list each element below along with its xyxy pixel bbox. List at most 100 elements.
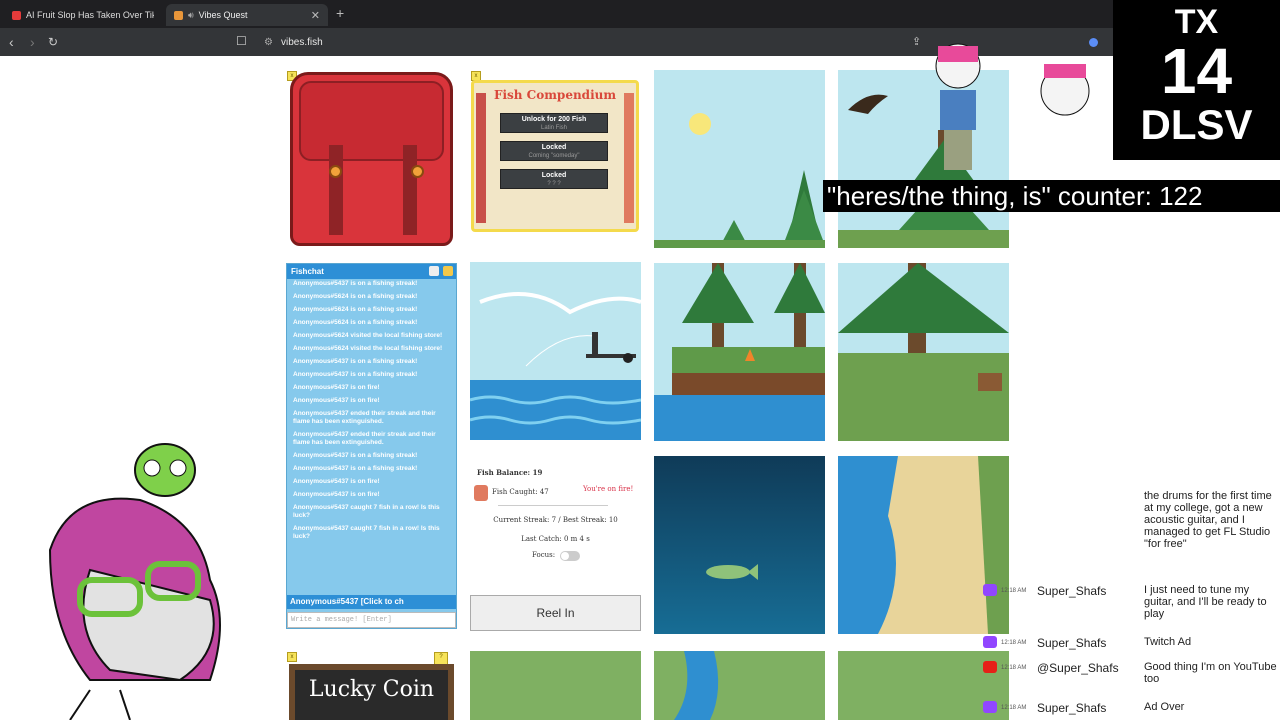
stream-chat-user: Super_Shafs [1037, 701, 1107, 715]
logo-bottom-text: DLSV [1140, 101, 1253, 148]
stream-chat-user: Super_Shafs [1037, 636, 1107, 650]
fishchat-name-bar[interactable]: Anonymous#5437 [Click to ch [287, 595, 456, 609]
campfire-island-scene [654, 263, 825, 441]
focus-toggle[interactable] [560, 551, 580, 561]
url-text: vibes.fish [280, 36, 323, 48]
fishing-dock-scene [470, 292, 641, 440]
stream-chat-overlay: the drums for the first time at my colle… [977, 488, 1280, 720]
backpack-button [411, 165, 424, 178]
browser-tab-bar: AI Fruit Slop Has Taken Over TikTok 🔊︎ V… [0, 0, 1280, 28]
twitch-icon [983, 701, 997, 713]
youtube-icon [983, 661, 997, 673]
fishchat-message: Anonymous#5437 ended their streak and th… [293, 410, 436, 425]
forward-arrow-icon[interactable]: › [30, 34, 35, 50]
lock-icon[interactable] [429, 266, 439, 276]
forest-cliff-scene [838, 263, 1009, 441]
stream-chat-user: Super_Shafs [1037, 584, 1107, 598]
river-tile[interactable] [654, 651, 825, 720]
sun-forest-scene [654, 113, 825, 248]
stream-chat-time: 12:18 AM [1001, 588, 1027, 594]
stream-chat-text: I just need to tune my guitar, and I'll … [1144, 584, 1267, 620]
on-fire-status: You're on fire! [583, 485, 634, 493]
fish-icon[interactable] [443, 266, 453, 276]
compendium-row-sub: Latin Fish [540, 125, 567, 131]
stream-chat-time: 12:18 AM [1001, 640, 1027, 646]
underwater-tile[interactable] [654, 456, 825, 634]
phrase-counter: "heres/the thing, is" counter: 122 [823, 180, 1280, 212]
stream-chat-text: the drums for the first time at my colle… [1144, 490, 1272, 550]
logo-number: 14 [1160, 35, 1233, 107]
fishchat-message: Anonymous#5437 is on fire! [293, 491, 380, 498]
boat-favicon-icon [174, 10, 183, 20]
fishchat-message: Anonymous#5437 is on fire! [293, 384, 380, 391]
campfire-scene-tile[interactable] [654, 263, 825, 441]
lucky-coin-tile[interactable]: Lucky Coin [289, 664, 454, 720]
fishchat-message: Anonymous#5624 visited the local fishing… [293, 345, 443, 352]
fishchat-header: Fishchat [287, 264, 456, 279]
close-tab-icon[interactable]: ✕ [311, 9, 320, 22]
rock-field-tile[interactable] [470, 651, 641, 720]
fishing-scene-tile[interactable] [470, 262, 641, 440]
channel-logo: TX 14 DLSV [1113, 0, 1280, 160]
last-catch: Last Catch: 0 m 4 s [521, 535, 590, 543]
book-spine [476, 93, 486, 223]
fishchat-message: Anonymous#5437 ended their streak and th… [293, 431, 436, 446]
streak-text: Current Streak: 7 / Best Streak: 10 [493, 516, 618, 524]
focus-label: Focus: [532, 551, 556, 559]
compendium-row-label: Unlock for 200 Fish [521, 116, 587, 123]
back-arrow-icon[interactable]: ‹ [9, 34, 14, 50]
fishchat-messages: Anonymous#5437 is on a fishing streak! An… [293, 280, 449, 600]
fishchat-input[interactable]: Write a message! [Enter] [287, 612, 456, 628]
fishchat-title: Fishchat [291, 267, 324, 276]
fish-underwater-scene [706, 564, 758, 580]
fishchat-message: Anonymous#5437 is on fire! [293, 478, 380, 485]
divider [498, 505, 608, 506]
tab-vibes-quest[interactable]: 🔊︎ Vibes Quest ✕ [166, 4, 328, 26]
fishchat-message: Anonymous#5437 is on fire! [293, 397, 380, 404]
river-scene [674, 651, 719, 720]
fishchat-message: Anonymous#5437 is on a fishing streak! [293, 358, 418, 365]
youtube-favicon-icon [12, 10, 21, 20]
fish-compendium-tile[interactable]: Fish Compendium Unlock for 200 Fish Lati… [471, 80, 639, 232]
backpack-flap [299, 81, 444, 161]
fishchat-message: Anonymous#5437 is on a fishing streak! [293, 371, 418, 378]
bookmark-icon[interactable]: ☐ [236, 34, 247, 48]
reload-icon[interactable]: ↻ [48, 34, 58, 50]
tab-fruit-slop[interactable]: AI Fruit Slop Has Taken Over TikTok [4, 4, 164, 26]
new-tab-button[interactable]: + [336, 5, 344, 21]
compendium-row-label: Locked [541, 144, 567, 151]
fishchat-message: Anonymous#5624 is on a fishing streak! [293, 319, 418, 326]
scene-tile-sun[interactable] [654, 70, 825, 248]
stream-chat-user: @Super_Shafs [1037, 661, 1119, 675]
streamer-avatar-art [48, 443, 221, 720]
twitch-icon [983, 584, 997, 596]
compendium-locked-row[interactable]: Locked ? ? ? [500, 169, 608, 189]
fire-icon [474, 485, 488, 501]
forest-scene-tile[interactable] [838, 263, 1009, 441]
fishchat-message: Anonymous#5437 is on a fishing streak! [293, 465, 418, 472]
fishchat-message: Anonymous#5437 is on a fishing streak! [293, 280, 418, 287]
stream-chat-time: 12:18 AM [1001, 705, 1027, 711]
fishchat-message: Anonymous#5624 visited the local fishing… [293, 332, 443, 339]
stream-chat-text: Good thing I'm on YouTube too [1144, 661, 1277, 685]
reel-in-button[interactable]: Reel In [470, 595, 641, 631]
compendium-locked-row[interactable]: Locked Coming "someday" [500, 141, 608, 161]
backpack-button [329, 165, 342, 178]
fishchat-message: Anonymous#5437 caught 7 fish in a row! I… [293, 504, 440, 519]
backpack-strap [329, 145, 343, 235]
streamer-characters-art [935, 43, 1090, 170]
fishchat-message: Anonymous#5437 is on a fishing streak! [293, 452, 418, 459]
backpack-tile[interactable] [290, 72, 453, 246]
compendium-unlock-row[interactable]: Unlock for 200 Fish Latin Fish [500, 113, 608, 133]
fishchat-message: Anonymous#5437 caught 7 fish in a row! I… [293, 525, 440, 540]
book-spine [624, 93, 634, 223]
site-info-icon[interactable]: ⚙ [264, 37, 273, 48]
fishchat-panel: Fishchat Anonymous#5437 is on a fishing … [286, 263, 457, 629]
tab-title: Vibes Quest [198, 10, 248, 20]
fishing-stats-panel: Fish Balance: 19 Fish Caught: 47 You're … [470, 462, 641, 562]
backpack-strap [403, 145, 417, 235]
speaker-icon: 🔊︎ [188, 9, 194, 20]
compendium-row-label: Locked [541, 172, 567, 179]
stream-chat-time: 12:18 AM [1001, 665, 1027, 671]
compendium-title: Fish Compendium [493, 88, 617, 102]
